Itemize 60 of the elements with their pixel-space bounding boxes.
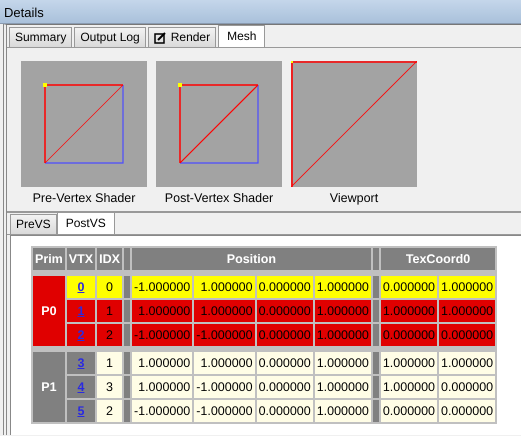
table-cell: 0.000000 (256, 276, 313, 298)
table-cell: 1.000000 (380, 300, 437, 322)
preview-caption: Pre-Vertex Shader (32, 190, 136, 207)
table-cell: 1.000000 (380, 376, 437, 398)
table-cell: -1.000000 (132, 276, 192, 298)
table-cell: 1.000000 (314, 276, 371, 298)
table-cell: 1.000000 (314, 376, 371, 398)
table-cell: 0.000000 (256, 300, 313, 322)
table-cell: 1.000000 (132, 376, 192, 398)
table-cell: 0.000000 (380, 324, 437, 346)
table-cell: 1.000000 (380, 352, 437, 374)
column-header: Prim (33, 248, 65, 270)
table-cell: 1 (97, 300, 122, 322)
tab[interactable]: Summary (9, 27, 72, 47)
table-cell: 1.000000 (439, 300, 496, 322)
table-cell: 1.000000 (314, 400, 371, 422)
table-cell: -1.000000 (132, 400, 192, 422)
tab[interactable]: PreVS (10, 214, 57, 234)
table-cell: 0.000000 (380, 276, 437, 298)
table-cell: 2 (97, 324, 122, 346)
table-cell: 0.000000 (256, 376, 313, 398)
table-cell: 1.000000 (194, 276, 255, 298)
table-cell: 1.000000 (194, 352, 255, 374)
table-cell: -1.000000 (194, 376, 255, 398)
table-cell: 0.000000 (439, 376, 496, 398)
table-cell: 1.000000 (132, 300, 192, 322)
column-header: IDX (97, 248, 122, 270)
column-header: VTX (66, 248, 96, 270)
table-cell: 1.000000 (132, 352, 192, 374)
table-cell: -1.000000 (132, 324, 192, 346)
table-cell: 0.000000 (380, 400, 437, 422)
table-cell: 1.000000 (194, 300, 255, 322)
tab[interactable]: Output Log (74, 27, 146, 47)
window-title: Details (0, 0, 521, 24)
vertex-link[interactable]: 0 (77, 280, 84, 294)
table-cell: 0.000000 (256, 352, 313, 374)
preview-caption: Viewport (330, 190, 378, 207)
table-cell: -1.000000 (194, 324, 255, 346)
tab[interactable]: Mesh (218, 25, 266, 47)
table-cell: 1.000000 (314, 324, 371, 346)
primitive-cell: P0 (33, 276, 65, 346)
column-header: Position (132, 248, 371, 270)
table-cell: 0.000000 (256, 324, 313, 346)
tab[interactable]: PostVS (56, 212, 115, 234)
table-cell: 0 (97, 276, 122, 298)
table-cell: 3 (97, 376, 122, 398)
column-header: TexCoord0 (380, 248, 496, 270)
tab[interactable]: Render (148, 27, 216, 47)
table-cell: 0.000000 (256, 400, 313, 422)
table-cell: 0.000000 (439, 400, 496, 422)
table-cell: 1 (97, 352, 122, 374)
preview-caption: Post-Vertex Shader (164, 190, 274, 207)
primitive-cell: P1 (33, 352, 65, 422)
table-cell: -1.000000 (194, 400, 255, 422)
table-cell: 1.000000 (439, 276, 496, 298)
table-cell: 1.000000 (314, 300, 371, 322)
table-cell: 0.000000 (439, 324, 496, 346)
table-cell: 1.000000 (439, 352, 496, 374)
table-cell: 1.000000 (314, 352, 371, 374)
table-cell: 2 (97, 400, 122, 422)
